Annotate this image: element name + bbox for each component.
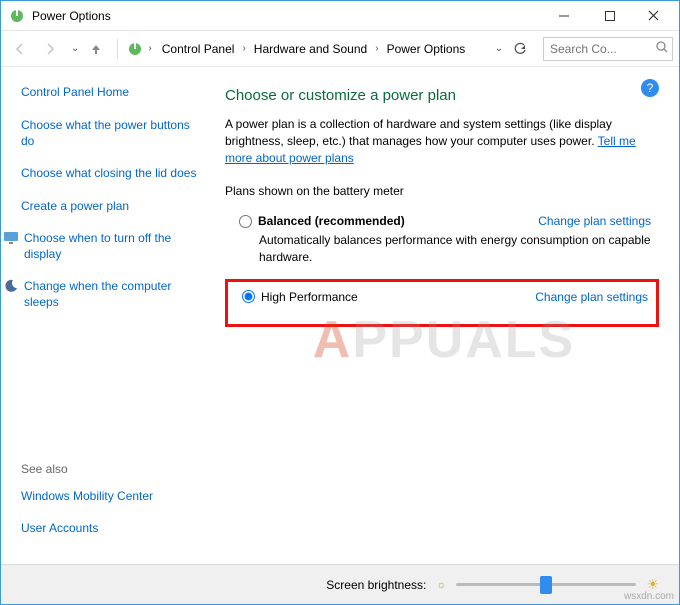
balanced-plan-description: Automatically balances performance with …	[259, 232, 651, 264]
maximize-button[interactable]	[587, 1, 633, 31]
high-performance-plan-name: High Performance	[261, 290, 358, 304]
recent-locations-icon[interactable]: ⌄	[71, 43, 79, 54]
power-plan-balanced: Balanced (recommended) Change plan setti…	[225, 208, 659, 274]
refresh-button[interactable]	[507, 36, 533, 62]
breadcrumb-hardware-sound[interactable]: Hardware and Sound	[248, 39, 373, 59]
balanced-change-settings-link[interactable]: Change plan settings	[538, 214, 651, 228]
high-performance-radio[interactable]	[242, 290, 255, 303]
forward-button[interactable]	[37, 36, 63, 62]
page-heading: Choose or customize a power plan	[225, 87, 659, 104]
credit-text: wsxdn.com	[624, 591, 674, 602]
sidebar-link-computer-sleeps[interactable]: Change when the computer sleeps	[24, 278, 197, 310]
breadcrumb-control-panel[interactable]: Control Panel	[156, 39, 241, 59]
minimize-button[interactable]	[541, 1, 587, 31]
brightness-label: Screen brightness:	[326, 578, 426, 592]
balanced-radio[interactable]	[239, 215, 252, 228]
brightness-slider[interactable]	[456, 575, 636, 595]
page-description: A power plan is a collection of hardware…	[225, 116, 659, 166]
power-options-icon	[9, 8, 25, 24]
search-box[interactable]	[543, 37, 673, 61]
close-button[interactable]	[633, 1, 679, 31]
monitor-icon	[3, 230, 19, 246]
chevron-right-icon: ›	[242, 43, 245, 54]
sidebar-link-turn-off-display[interactable]: Choose when to turn off the display	[24, 230, 197, 262]
see-also-label: See also	[21, 462, 197, 476]
high-performance-change-settings-link[interactable]: Change plan settings	[535, 290, 648, 304]
chevron-right-icon: ›	[148, 43, 151, 54]
control-panel-home-link[interactable]: Control Panel Home	[21, 85, 197, 99]
window-title: Power Options	[32, 9, 541, 23]
back-button[interactable]	[7, 36, 33, 62]
help-icon[interactable]: ?	[641, 79, 659, 97]
sidebar-link-user-accounts[interactable]: User Accounts	[21, 520, 197, 536]
moon-icon	[3, 278, 19, 294]
sidebar-link-mobility-center[interactable]: Windows Mobility Center	[21, 488, 197, 504]
up-button[interactable]	[83, 36, 109, 62]
sun-dim-icon: ☼	[436, 579, 446, 591]
sidebar-link-closing-lid[interactable]: Choose what closing the lid does	[21, 165, 197, 181]
breadcrumb-power-options[interactable]: Power Options	[381, 39, 472, 59]
search-icon	[656, 41, 668, 56]
power-plan-high-performance: High Performance Change plan settings	[225, 279, 659, 327]
sidebar-link-create-plan[interactable]: Create a power plan	[21, 198, 197, 214]
breadcrumb-dropdown-icon[interactable]: ⌄	[495, 43, 503, 54]
search-input[interactable]	[548, 41, 652, 57]
separator	[117, 39, 118, 59]
power-icon-small	[126, 40, 144, 58]
breadcrumb: Control Panel › Hardware and Sound › Pow…	[156, 39, 487, 59]
balanced-plan-name: Balanced (recommended)	[258, 214, 405, 228]
chevron-right-icon: ›	[375, 43, 378, 54]
sidebar-link-power-buttons[interactable]: Choose what the power buttons do	[21, 117, 197, 149]
plans-section-label: Plans shown on the battery meter	[225, 184, 659, 198]
slider-thumb[interactable]	[540, 576, 552, 594]
